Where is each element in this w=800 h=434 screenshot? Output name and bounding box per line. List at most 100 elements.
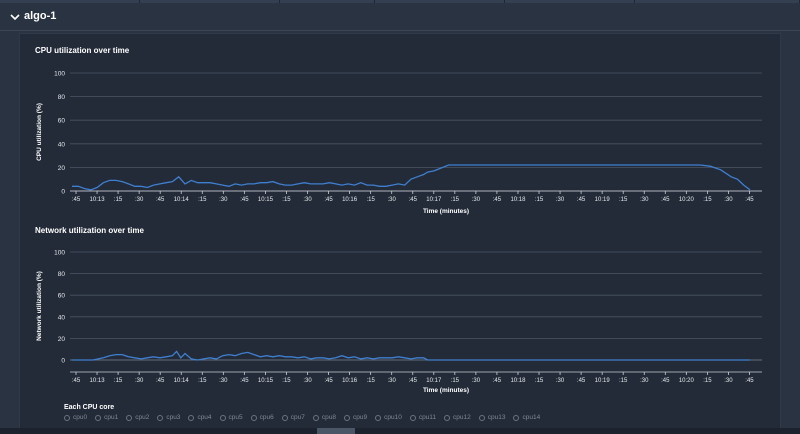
- x-tick-label: :30: [724, 378, 733, 384]
- legend-item-label: cpu5: [228, 414, 243, 421]
- legend-item[interactable]: cpu13: [478, 414, 505, 421]
- legend-toggle-icon[interactable]: [312, 414, 319, 421]
- x-tick-label: 10:14: [174, 197, 190, 203]
- x-tick-label: :15: [619, 197, 628, 203]
- legend-item[interactable]: cpu6: [250, 414, 274, 421]
- legend-toggle-icon[interactable]: [409, 414, 416, 421]
- legend-item-label: cpu2: [135, 414, 150, 421]
- horizontal-scrollbar[interactable]: [0, 428, 800, 434]
- legend-title: Each CPU core: [64, 404, 115, 411]
- legend-item-label: cpu4: [197, 414, 212, 421]
- series-line: [72, 350, 750, 361]
- legend-toggle-icon[interactable]: [95, 414, 102, 421]
- y-tick-label: 80: [58, 94, 66, 101]
- series-line: [72, 164, 751, 191]
- x-tick-label: :15: [114, 378, 123, 384]
- x-tick-label: :15: [366, 197, 375, 203]
- x-tick-label: :15: [535, 378, 544, 384]
- x-tick-label: :15: [366, 378, 375, 384]
- legend-item[interactable]: cpu0: [64, 414, 87, 421]
- legend-toggle-icon[interactable]: [281, 414, 288, 421]
- x-tick-label: 10:19: [595, 378, 611, 384]
- x-tick-label: :45: [661, 378, 670, 384]
- x-tick-label: :30: [135, 197, 144, 203]
- legend-item[interactable]: cpu2: [126, 414, 149, 421]
- legend-item[interactable]: cpu7: [281, 414, 305, 421]
- legend-toggle-icon[interactable]: [375, 414, 382, 421]
- x-tick-label: :45: [240, 378, 249, 384]
- y-tick-label: 100: [54, 250, 65, 257]
- legend-toggle-icon[interactable]: [188, 414, 195, 421]
- x-tick-label: :30: [640, 378, 649, 384]
- y-tick-label: 40: [58, 314, 66, 321]
- x-tick-label: :45: [409, 197, 418, 203]
- x-tick-label: 10:16: [342, 378, 358, 384]
- x-tick-label: :15: [114, 197, 123, 203]
- x-tick-label: :45: [745, 378, 754, 384]
- x-tick-label: 10:16: [342, 197, 358, 203]
- x-tick-label: :45: [577, 378, 586, 384]
- x-tick-label: :15: [619, 378, 628, 384]
- y-tick-label: 40: [58, 141, 66, 148]
- legend-toggle-icon[interactable]: [444, 414, 451, 421]
- x-tick-label: 10:19: [595, 197, 611, 203]
- x-tick-label: :30: [556, 197, 565, 203]
- legend-item[interactable]: cpu4: [188, 414, 212, 421]
- x-tick-label: 10:18: [510, 197, 526, 203]
- legend-toggle-icon[interactable]: [219, 414, 226, 421]
- legend-item-label: cpu6: [259, 414, 274, 421]
- y-tick-label: 0: [61, 358, 65, 365]
- y-axis-label: Network utilization (%): [36, 271, 43, 341]
- legend-item[interactable]: cpu5: [219, 414, 243, 421]
- legend-item-label: cpu8: [321, 414, 336, 421]
- x-tick-label: :30: [640, 197, 649, 203]
- x-tick-label: :45: [240, 197, 249, 203]
- legend-toggle-icon[interactable]: [513, 414, 520, 421]
- x-tick-label: :30: [472, 378, 481, 384]
- y-tick-label: 100: [54, 71, 65, 78]
- legend-toggle-icon[interactable]: [126, 414, 133, 421]
- x-tick-label: :30: [219, 378, 228, 384]
- legend-item[interactable]: cpu3: [157, 414, 180, 421]
- legend-item-label: cpu1: [104, 414, 119, 421]
- x-tick-label: :45: [409, 378, 418, 384]
- legend-toggle-icon[interactable]: [343, 414, 350, 421]
- x-tick-label: 10:13: [90, 197, 106, 203]
- x-tick-label: :30: [303, 197, 312, 203]
- x-tick-label: :30: [724, 197, 733, 203]
- y-tick-label: 60: [58, 293, 66, 300]
- legend-item[interactable]: cpu12: [444, 414, 471, 421]
- x-tick-label: 10:15: [258, 197, 274, 203]
- y-tick-label: 0: [61, 189, 65, 196]
- legend-item-label: cpu7: [290, 414, 305, 421]
- legend-item[interactable]: cpu10: [375, 414, 402, 421]
- x-tick-label: :15: [198, 197, 207, 203]
- legend-item-label: cpu14: [522, 414, 541, 421]
- legend-item[interactable]: cpu11: [409, 414, 437, 421]
- x-tick-label: 10:17: [426, 197, 442, 203]
- legend-toggle-icon[interactable]: [250, 414, 257, 421]
- scrollbar-thumb[interactable]: [317, 428, 355, 434]
- legend-toggle-icon[interactable]: [64, 414, 70, 421]
- chart-title: Network utilization over time: [35, 226, 144, 235]
- x-tick-label: :45: [745, 197, 754, 203]
- legend-item-label: cpu11: [418, 414, 437, 421]
- x-tick-label: :45: [156, 197, 165, 203]
- legend-item[interactable]: cpu8: [312, 414, 336, 421]
- x-tick-label: :45: [156, 378, 165, 384]
- x-tick-label: :45: [661, 197, 670, 203]
- legend-item[interactable]: cpu9: [343, 414, 368, 421]
- x-tick-label: :15: [282, 378, 291, 384]
- legend-item-label: cpu10: [384, 414, 402, 421]
- x-tick-label: :15: [282, 197, 291, 203]
- x-tick-label: :30: [388, 197, 397, 203]
- x-tick-label: :15: [451, 197, 460, 203]
- legend-item[interactable]: cpu1: [95, 414, 118, 421]
- legend-toggle-icon[interactable]: [478, 414, 485, 421]
- x-axis-label: Time (minutes): [423, 208, 469, 215]
- x-tick-label: :15: [703, 197, 712, 203]
- legend-item[interactable]: cpu14: [513, 414, 540, 421]
- legend-item-label: cpu9: [352, 414, 368, 421]
- legend-toggle-icon[interactable]: [157, 414, 164, 421]
- x-tick-label: 10:20: [679, 197, 695, 203]
